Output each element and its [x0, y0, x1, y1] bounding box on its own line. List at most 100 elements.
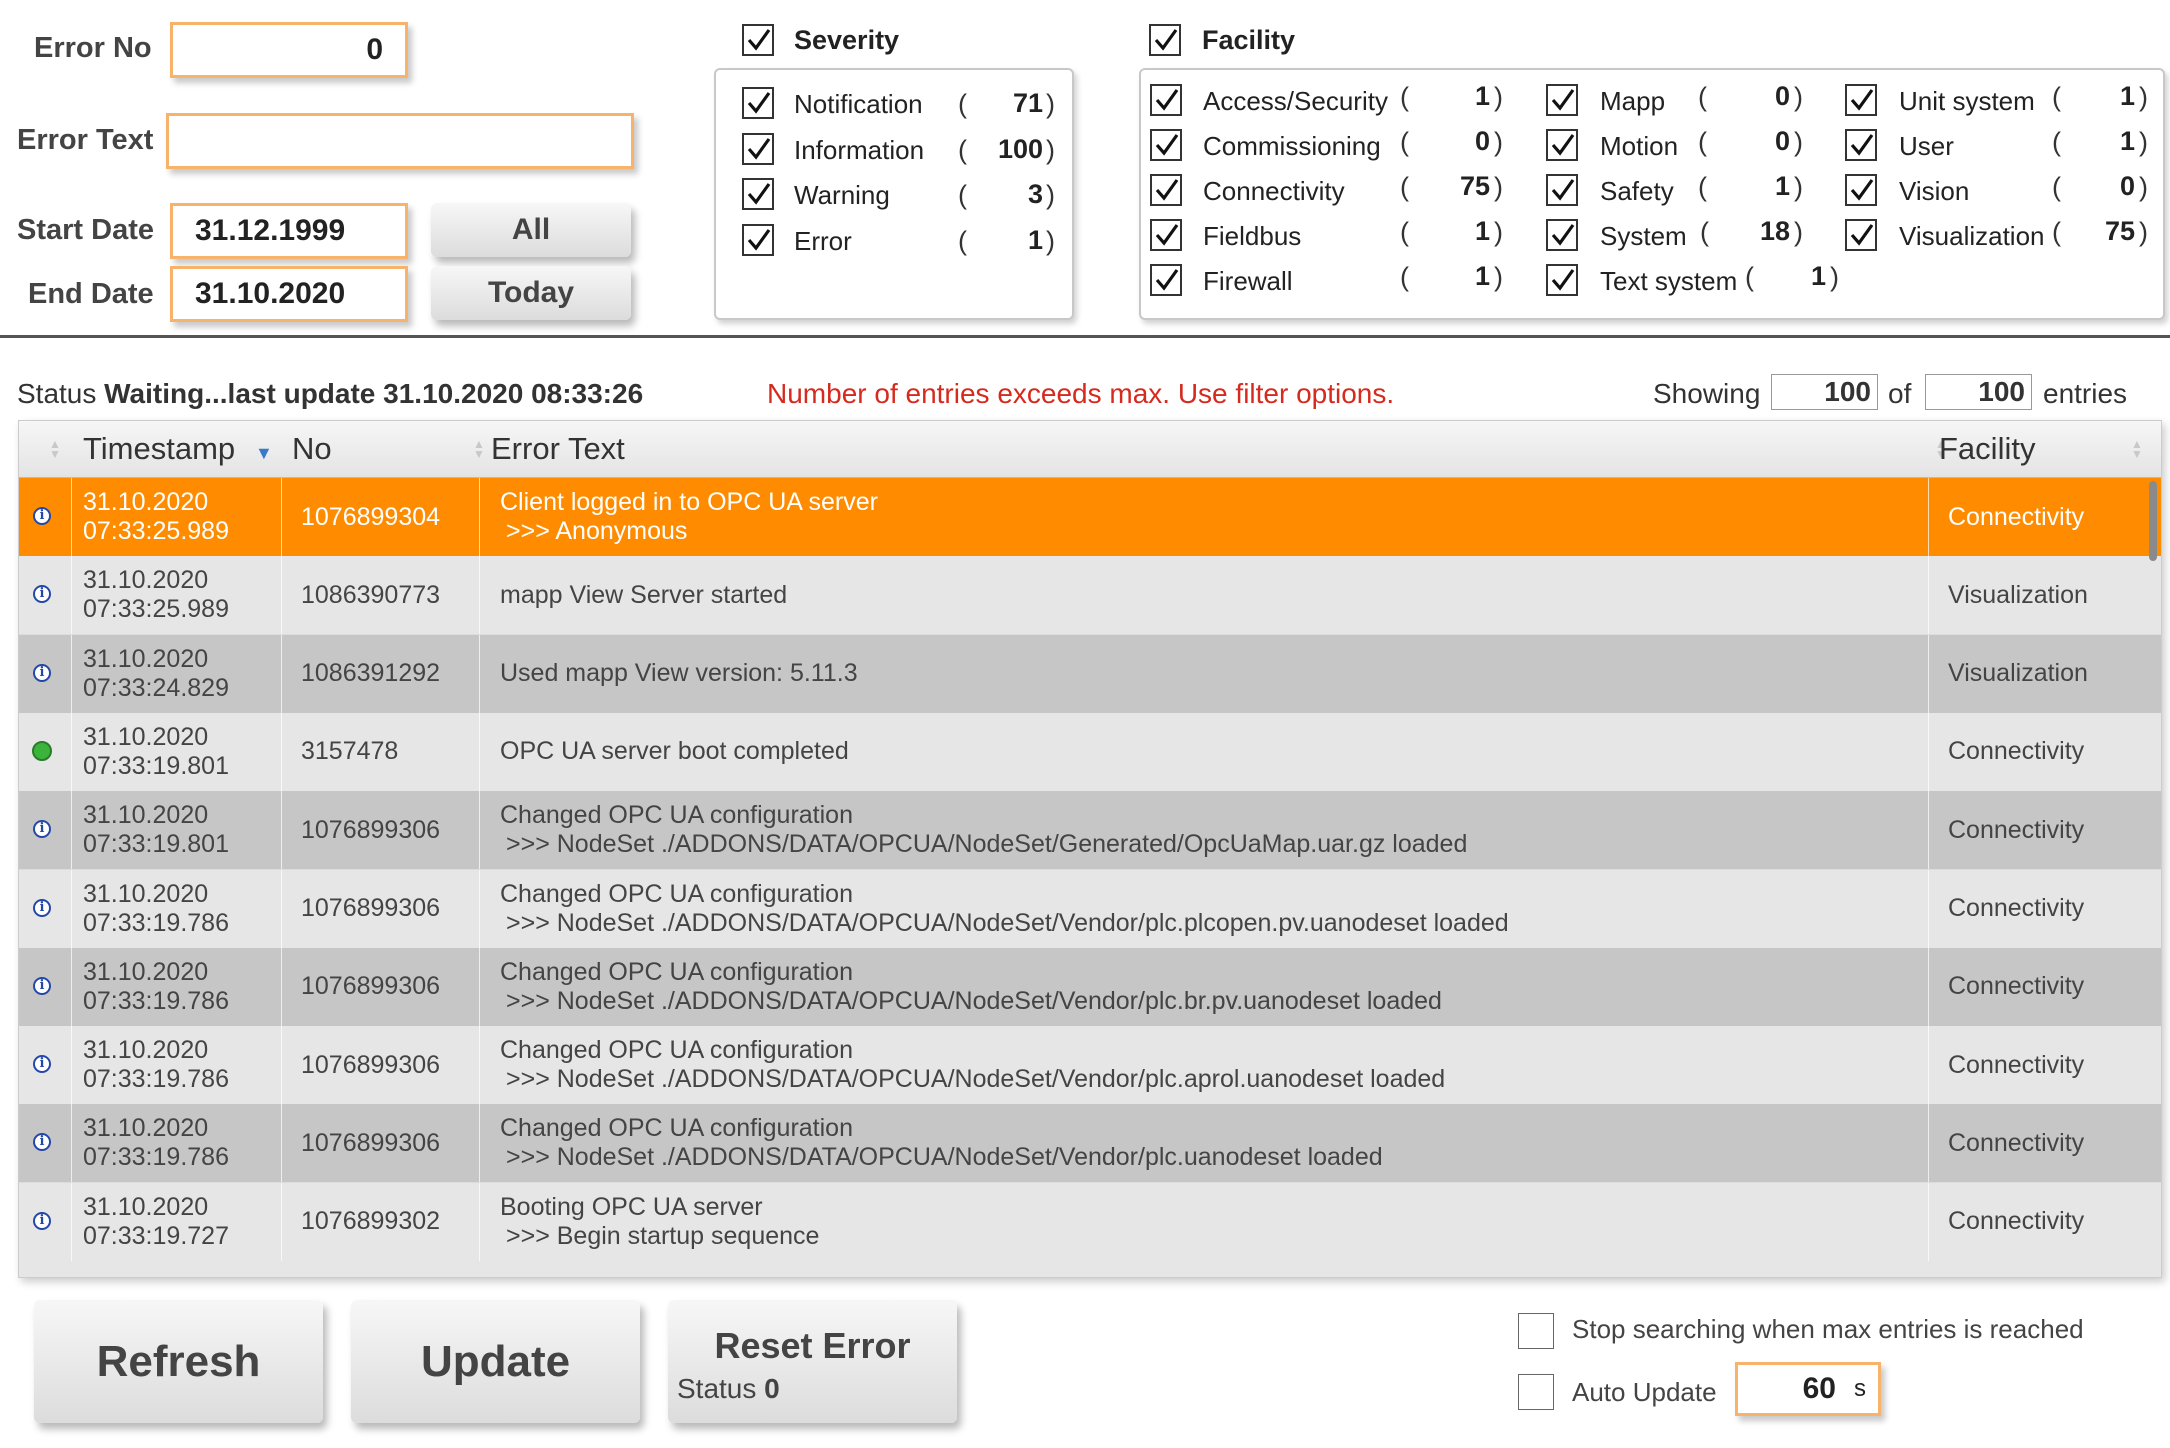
facility-firewall-count: 1 — [1474, 261, 1490, 291]
error-text-line1: mapp View Server started — [500, 580, 788, 609]
timestamp-cell: 31.10.2020 07:33:24.829 — [83, 635, 229, 713]
timestamp-cell: 31.10.2020 07:33:19.786 — [83, 870, 229, 948]
facility-connectivity-count: 75 — [1459, 171, 1490, 201]
error-text-cell: mapp View Server started — [500, 556, 787, 634]
checkmark-icon — [1850, 89, 1874, 111]
start-date-input[interactable]: 31.12.1999 — [170, 203, 408, 259]
error-text-line1: Booting OPC UA server — [500, 1192, 763, 1221]
table-row[interactable]: i 31.10.2020 07:33:19.786 1076899306 Changed… — [19, 947, 2161, 1026]
facility-motion-checkbox[interactable] — [1546, 129, 1578, 161]
timestamp-cell: 31.10.2020 07:33:25.989 — [83, 556, 229, 634]
facility-visualization-checkbox[interactable] — [1845, 219, 1877, 251]
total-value: 100 — [1925, 374, 2032, 410]
sort-descending-icon[interactable]: ▼ — [255, 443, 273, 464]
timestamp-time: 07:33:24.829 — [83, 673, 229, 702]
checkmark-icon — [1154, 29, 1178, 51]
table-row[interactable]: i 31.10.2020 07:33:25.989 1076899304 Client … — [19, 478, 2161, 556]
header-separator — [0, 335, 2170, 338]
checkmark-icon — [1155, 179, 1179, 201]
severity-master-checkbox[interactable] — [742, 24, 774, 56]
column-divider — [479, 1104, 480, 1183]
table-row[interactable]: i 31.10.2020 07:33:19.786 1076899306 Changed… — [19, 1026, 2161, 1105]
auto-update-checkbox[interactable] — [1518, 1374, 1554, 1410]
severity-error-checkbox[interactable] — [742, 224, 774, 256]
error-text-line1: Changed OPC UA configuration — [500, 801, 853, 830]
severity-notification-checkbox[interactable] — [742, 87, 774, 119]
sort-arrows-icon[interactable]: ▲ ▼ — [473, 438, 485, 460]
error-number-cell: 1076899306 — [301, 815, 441, 844]
facility-vision-checkbox[interactable] — [1845, 174, 1877, 206]
facility-user-checkbox[interactable] — [1845, 129, 1877, 161]
facility-text-system-checkbox[interactable] — [1546, 264, 1578, 296]
column-divider — [281, 791, 282, 870]
close-paren: ) — [1794, 217, 1803, 247]
column-divider — [479, 1182, 480, 1261]
sort-arrows-icon[interactable]: ▲ ▼ — [49, 438, 61, 460]
severity-warning-checkbox[interactable] — [742, 178, 774, 210]
stop-searching-checkbox[interactable] — [1518, 1313, 1554, 1349]
facility-firewall-checkbox[interactable] — [1150, 264, 1182, 296]
error-number-cell: 1076899306 — [301, 1050, 441, 1079]
column-header-timestamp[interactable]: Timestamp — [83, 421, 235, 477]
error-text-input[interactable] — [166, 113, 634, 169]
close-paren: ) — [1794, 82, 1803, 112]
open-paren: ( — [2052, 82, 2061, 112]
table-row[interactable]: i 31.10.2020 07:33:19.786 1076899306 Changed… — [19, 1104, 2161, 1183]
error-text-line1: Changed OPC UA configuration — [500, 1114, 853, 1143]
column-divider — [71, 869, 72, 948]
facility-access-security-checkbox[interactable] — [1150, 84, 1182, 116]
facility-text-system-label: Text system — [1600, 266, 1738, 296]
column-divider — [281, 478, 282, 556]
reset-error-button[interactable]: Reset Error Status 0 — [668, 1300, 957, 1423]
sort-arrows-icon[interactable]: ▲ ▼ — [2131, 438, 2143, 460]
timestamp-time: 07:33:19.786 — [83, 1065, 229, 1094]
timestamp-time: 07:33:25.989 — [83, 595, 229, 624]
table-row[interactable]: i 31.10.2020 07:33:19.801 1076899306 Changed… — [19, 791, 2161, 870]
timestamp-cell: 31.10.2020 07:33:19.786 — [83, 1104, 229, 1182]
error-number-cell: 1076899304 — [301, 502, 441, 531]
partial-row[interactable] — [19, 1261, 2161, 1277]
facility-mapp-checkbox[interactable] — [1546, 84, 1578, 116]
table-row[interactable]: i 31.10.2020 07:33:19.727 1076899302 Booting… — [19, 1182, 2161, 1261]
table-row[interactable]: i 31.10.2020 07:33:19.786 1076899306 Changed… — [19, 869, 2161, 948]
facility-safety-checkbox[interactable] — [1546, 174, 1578, 206]
facility-unit-system-checkbox[interactable] — [1845, 84, 1877, 116]
column-divider — [281, 1104, 282, 1183]
close-paren: ) — [1046, 89, 1055, 119]
facility-fieldbus-checkbox[interactable] — [1150, 219, 1182, 251]
all-button[interactable]: All — [431, 203, 631, 257]
status-line: Status Waiting...last update 31.10.2020 … — [17, 378, 643, 410]
error-number-cell: 1086391292 — [301, 659, 441, 688]
table-row[interactable]: i 31.10.2020 07:33:25.989 1086390773 mapp Vi… — [19, 556, 2161, 635]
timestamp-cell: 31.10.2020 07:33:25.989 — [83, 478, 229, 556]
error-text-line1: Changed OPC UA configuration — [500, 1036, 853, 1065]
facility-connectivity-checkbox[interactable] — [1150, 174, 1182, 206]
column-header-no[interactable]: No — [292, 421, 332, 477]
column-divider — [71, 634, 72, 713]
close-paren: ) — [1794, 127, 1803, 157]
column-divider — [71, 1182, 72, 1261]
column-divider — [1928, 869, 1929, 948]
today-button[interactable]: Today — [431, 266, 631, 320]
facility-system-checkbox[interactable] — [1546, 219, 1578, 251]
facility-commissioning-checkbox[interactable] — [1150, 129, 1182, 161]
severity-information-checkbox[interactable] — [742, 133, 774, 165]
auto-update-interval-input[interactable]: 60 s — [1735, 1362, 1881, 1416]
facility-master-checkbox[interactable] — [1149, 24, 1181, 56]
refresh-button[interactable]: Refresh — [34, 1300, 323, 1423]
auto-update-value: 60 — [1802, 1372, 1836, 1405]
column-header-facility[interactable]: Facility — [1939, 421, 2035, 477]
table-row[interactable]: i 31.10.2020 07:33:24.829 1086391292 Used ma… — [19, 634, 2161, 713]
table-row[interactable]: 31.10.2020 07:33:19.801 3157478 OPC UA serv… — [19, 712, 2161, 791]
checkmark-icon — [1551, 134, 1575, 156]
column-divider — [1928, 634, 1929, 713]
close-paren: ) — [1494, 172, 1503, 202]
update-button[interactable]: Update — [351, 1300, 640, 1423]
info-icon: i — [33, 585, 51, 604]
scrollbar-thumb[interactable] — [2149, 481, 2157, 561]
end-date-input[interactable]: 31.10.2020 — [170, 266, 408, 322]
error-text-line1: Used mapp View version: 5.11.3 — [500, 659, 858, 688]
column-header-error-text[interactable]: Error Text — [491, 421, 625, 477]
timestamp-time: 07:33:25.989 — [83, 517, 229, 545]
error-no-input[interactable]: 0 — [170, 22, 408, 78]
